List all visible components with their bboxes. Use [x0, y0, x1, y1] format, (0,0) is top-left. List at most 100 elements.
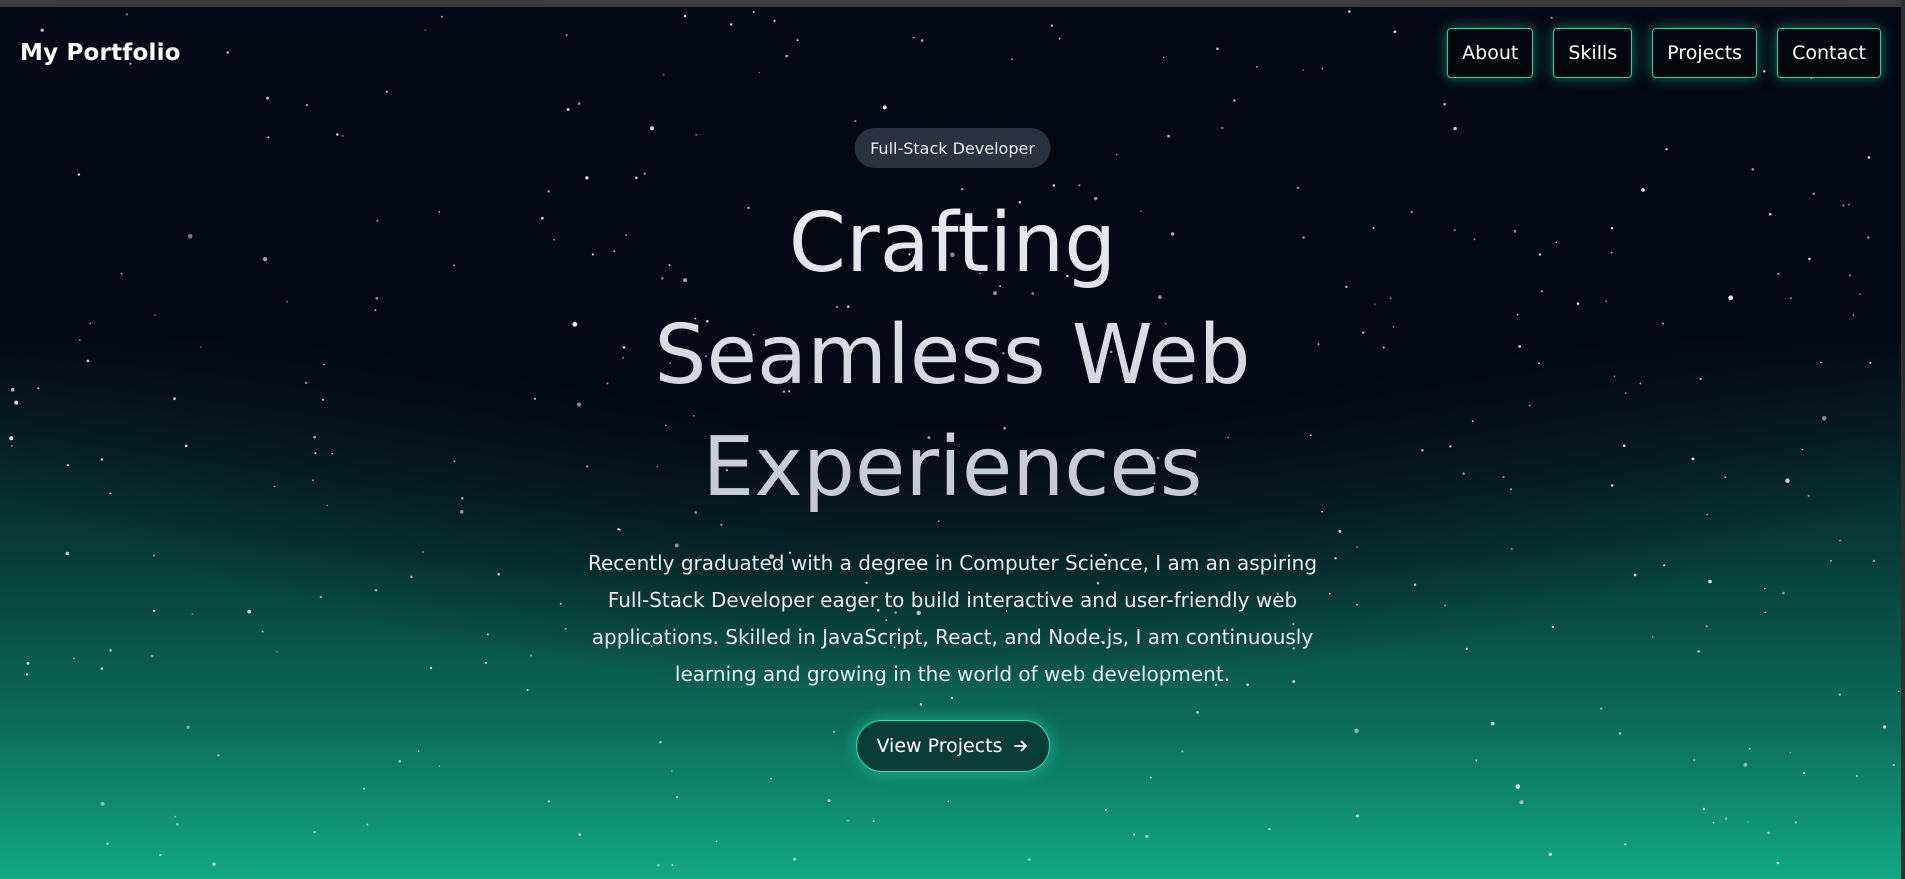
star	[1651, 636, 1654, 638]
star	[313, 831, 316, 834]
star	[1145, 834, 1149, 839]
star	[86, 359, 90, 363]
star	[319, 595, 323, 599]
star	[497, 573, 501, 576]
star	[313, 435, 317, 439]
nav-projects-button[interactable]: Projects	[1652, 28, 1758, 78]
site-logo[interactable]: My Portfolio	[20, 40, 181, 66]
star	[1444, 604, 1447, 607]
star	[670, 770, 673, 772]
star	[1842, 204, 1845, 207]
nav-contact-button[interactable]: Contact	[1777, 28, 1881, 78]
star	[1328, 592, 1331, 595]
star	[1471, 420, 1474, 422]
star	[1393, 30, 1397, 33]
star	[125, 13, 129, 16]
star	[314, 452, 317, 455]
star	[173, 397, 176, 401]
star	[1610, 251, 1613, 254]
star	[872, 820, 875, 823]
star	[1356, 603, 1358, 606]
star	[618, 528, 621, 531]
star	[1516, 313, 1519, 316]
star	[106, 842, 109, 846]
star	[715, 840, 718, 843]
view-projects-button[interactable]: View Projects	[855, 720, 1050, 772]
star	[1356, 814, 1359, 818]
star	[438, 211, 440, 213]
star	[695, 134, 697, 136]
arrow-right-icon	[1013, 740, 1027, 752]
star	[547, 800, 551, 803]
star	[1196, 711, 1199, 714]
star	[267, 136, 270, 139]
star	[1453, 126, 1457, 131]
star	[1515, 784, 1521, 789]
star	[1510, 547, 1513, 550]
nav-about-button[interactable]: About	[1447, 28, 1534, 78]
star	[1133, 833, 1136, 836]
star	[1555, 241, 1558, 244]
star	[1801, 448, 1804, 451]
star	[398, 759, 402, 763]
star	[89, 322, 91, 324]
star	[1769, 212, 1772, 216]
star	[1490, 721, 1495, 726]
star	[578, 833, 582, 836]
star	[174, 815, 177, 818]
star	[1540, 290, 1543, 293]
star	[276, 651, 278, 653]
star	[336, 133, 339, 136]
star	[262, 257, 268, 262]
star	[1374, 303, 1376, 306]
star	[1848, 203, 1850, 206]
star	[212, 862, 216, 866]
star	[100, 802, 105, 806]
star	[1748, 747, 1751, 750]
star	[1812, 192, 1816, 196]
star	[153, 554, 155, 557]
star	[1268, 828, 1271, 831]
star	[1028, 858, 1031, 861]
star	[650, 126, 654, 131]
view-projects-label: View Projects	[876, 735, 1003, 757]
star	[1421, 449, 1424, 452]
star	[827, 799, 831, 802]
star	[1803, 772, 1806, 774]
star	[919, 703, 923, 706]
star	[453, 264, 455, 267]
star	[1618, 732, 1622, 735]
star	[847, 819, 849, 822]
star	[950, 696, 954, 700]
headline-line-3: Experiences	[702, 420, 1203, 515]
star	[1221, 126, 1224, 130]
star	[1872, 559, 1876, 563]
star	[683, 14, 687, 18]
star	[326, 504, 329, 507]
star	[424, 29, 427, 31]
scrollbar-track[interactable]	[1901, 0, 1905, 879]
star	[1699, 377, 1702, 381]
nav-skills-button[interactable]: Skills	[1553, 28, 1633, 78]
star	[1356, 546, 1358, 548]
star	[247, 609, 252, 614]
star	[1633, 573, 1637, 577]
star	[152, 609, 156, 613]
star	[1697, 650, 1700, 653]
star	[1519, 800, 1524, 805]
star	[530, 654, 533, 657]
star	[1663, 564, 1666, 567]
star	[374, 309, 377, 312]
star	[1216, 47, 1219, 51]
star	[191, 613, 194, 615]
star	[658, 740, 662, 744]
star	[1728, 295, 1734, 301]
star	[947, 800, 950, 803]
star	[1354, 728, 1359, 734]
star	[553, 239, 555, 241]
star	[1743, 763, 1748, 767]
star	[375, 296, 379, 300]
star	[1538, 362, 1540, 365]
star	[10, 387, 15, 392]
star	[1528, 404, 1531, 407]
